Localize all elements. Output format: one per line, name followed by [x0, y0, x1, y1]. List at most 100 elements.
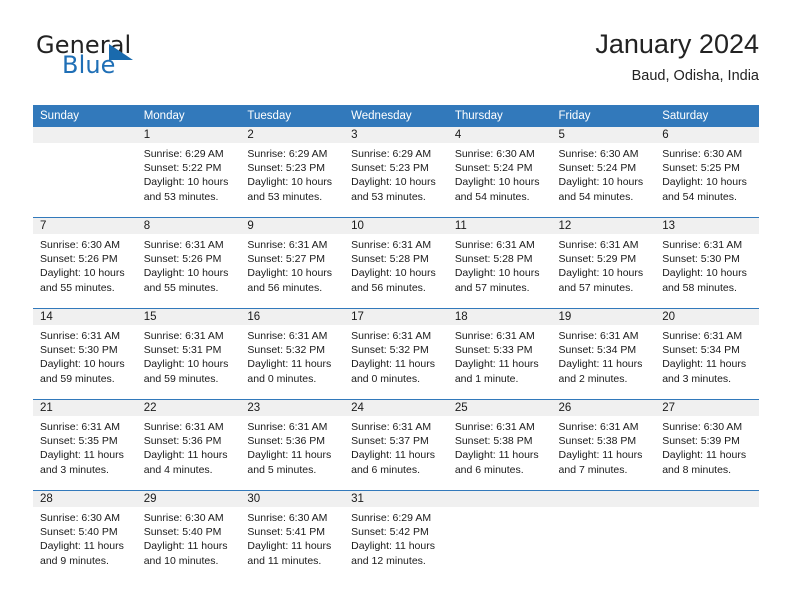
daylight-text-line1: Daylight: 11 hours — [454, 449, 539, 462]
brand-logo[interactable]: General Blue — [33, 32, 263, 90]
daylight-text-line2: and 55 minutes. — [40, 281, 115, 294]
day-cell[interactable]: 19 Sunrise: 6:31 AM Sunset: 5:34 PM Dayl… — [551, 308, 656, 400]
day-cell[interactable]: 9 Sunrise: 6:31 AM Sunset: 5:27 PM Dayli… — [240, 217, 345, 309]
daylight-text-line2: and 57 minutes. — [558, 281, 634, 294]
sunrise-text: Sunrise: 6:31 AM — [351, 421, 432, 433]
day-cell[interactable]: 28 Sunrise: 6:30 AM Sunset: 5:40 PM Dayl… — [33, 490, 137, 581]
day-cell[interactable]: 23 Sunrise: 6:31 AM Sunset: 5:36 PM Dayl… — [240, 399, 345, 491]
day-cell[interactable]: 4 Sunrise: 6:30 AM Sunset: 5:24 PM Dayli… — [447, 127, 552, 218]
day-number: 13 — [655, 218, 759, 234]
day-cell[interactable]: 8 Sunrise: 6:31 AM Sunset: 5:26 PM Dayli… — [136, 217, 241, 309]
day-cell[interactable]: 11 Sunrise: 6:31 AM Sunset: 5:28 PM Dayl… — [447, 217, 552, 309]
day-cell[interactable]: 13 Sunrise: 6:31 AM Sunset: 5:30 PM Dayl… — [655, 217, 759, 309]
sunrise-text: Sunrise: 6:30 AM — [247, 512, 328, 524]
daylight-text-line2: and 0 minutes. — [247, 372, 317, 385]
daylight-text-line2: and 56 minutes. — [247, 281, 323, 294]
daylight-text-line2: and 55 minutes. — [143, 281, 219, 294]
day-cell[interactable]: 7 Sunrise: 6:30 AM Sunset: 5:26 PM Dayli… — [33, 217, 137, 309]
day-details: Sunrise: 6:31 AM Sunset: 5:33 PM Dayligh… — [448, 325, 552, 386]
day-details: Sunrise: 6:30 AM Sunset: 5:26 PM Dayligh… — [33, 234, 137, 295]
sunset-text: Sunset: 5:28 PM — [454, 253, 533, 266]
day-details: Sunrise: 6:31 AM Sunset: 5:38 PM Dayligh… — [552, 416, 656, 477]
day-cell[interactable]: 29 Sunrise: 6:30 AM Sunset: 5:40 PM Dayl… — [136, 490, 241, 581]
day-cell[interactable]: 2 Sunrise: 6:29 AM Sunset: 5:23 PM Dayli… — [240, 127, 345, 218]
day-cell[interactable]: 16 Sunrise: 6:31 AM Sunset: 5:32 PM Dayl… — [240, 308, 345, 400]
day-cell[interactable]: 14 Sunrise: 6:31 AM Sunset: 5:30 PM Dayl… — [33, 308, 137, 400]
day-cell[interactable]: 25 Sunrise: 6:31 AM Sunset: 5:38 PM Dayl… — [447, 399, 552, 491]
sunset-text: Sunset: 5:24 PM — [454, 162, 533, 175]
daylight-text-line1: Daylight: 10 hours — [143, 176, 229, 189]
sunrise-text: Sunrise: 6:30 AM — [40, 512, 120, 524]
day-details: Sunrise: 6:29 AM Sunset: 5:42 PM Dayligh… — [344, 507, 448, 568]
daylight-text-line1: Daylight: 10 hours — [351, 176, 436, 189]
sunset-text: Sunset: 5:38 PM — [558, 435, 637, 448]
daylight-text-line2: and 54 minutes. — [454, 190, 530, 203]
day-details: Sunrise: 6:31 AM Sunset: 5:34 PM Dayligh… — [552, 325, 656, 386]
daylight-text-line2: and 57 minutes. — [454, 281, 530, 294]
daylight-text-line2: and 54 minutes. — [558, 190, 634, 203]
day-cell[interactable]: 31 Sunrise: 6:29 AM Sunset: 5:42 PM Dayl… — [344, 490, 448, 581]
daylight-text-line1: Daylight: 10 hours — [558, 267, 644, 280]
day-cell[interactable]: 5 Sunrise: 6:30 AM Sunset: 5:24 PM Dayli… — [551, 127, 656, 218]
day-cell[interactable]: 20 Sunrise: 6:31 AM Sunset: 5:34 PM Dayl… — [655, 308, 759, 400]
daylight-text-line2: and 11 minutes. — [247, 554, 322, 567]
daylight-text-line1: Daylight: 10 hours — [40, 267, 125, 280]
daylight-text-line1: Daylight: 11 hours — [40, 449, 124, 462]
sunrise-text: Sunrise: 6:31 AM — [662, 239, 743, 251]
sunrise-text: Sunrise: 6:31 AM — [40, 330, 120, 342]
sunrise-text: Sunrise: 6:31 AM — [558, 330, 639, 342]
day-cell[interactable]: 6 Sunrise: 6:30 AM Sunset: 5:25 PM Dayli… — [655, 127, 759, 218]
sunrise-text: Sunrise: 6:31 AM — [143, 239, 224, 251]
sunrise-text: Sunrise: 6:31 AM — [454, 330, 535, 342]
sunset-text: Sunset: 5:30 PM — [40, 344, 118, 357]
day-details: Sunrise: 6:30 AM Sunset: 5:41 PM Dayligh… — [240, 507, 344, 568]
day-cell[interactable]: 26 Sunrise: 6:31 AM Sunset: 5:38 PM Dayl… — [551, 399, 656, 491]
day-number: 8 — [136, 218, 241, 234]
day-cell[interactable]: 15 Sunrise: 6:31 AM Sunset: 5:31 PM Dayl… — [136, 308, 241, 400]
page-title: January 2024 — [595, 29, 759, 59]
week-row: 7 Sunrise: 6:30 AM Sunset: 5:26 PM Dayli… — [33, 217, 759, 309]
day-cell[interactable]: 3 Sunrise: 6:29 AM Sunset: 5:23 PM Dayli… — [344, 127, 448, 218]
day-number: 4 — [447, 127, 552, 143]
day-number — [447, 491, 552, 507]
week-row: 1 Sunrise: 6:29 AM Sunset: 5:22 PM Dayli… — [33, 127, 759, 218]
day-details: Sunrise: 6:29 AM Sunset: 5:23 PM Dayligh… — [240, 143, 344, 204]
daylight-text-line1: Daylight: 10 hours — [558, 176, 644, 189]
day-number: 23 — [240, 400, 345, 416]
day-cell[interactable]: 17 Sunrise: 6:31 AM Sunset: 5:32 PM Dayl… — [344, 308, 448, 400]
day-cell[interactable]: 10 Sunrise: 6:31 AM Sunset: 5:28 PM Dayl… — [344, 217, 448, 309]
day-cell[interactable]: 12 Sunrise: 6:31 AM Sunset: 5:29 PM Dayl… — [551, 217, 656, 309]
day-details: Sunrise: 6:31 AM Sunset: 5:36 PM Dayligh… — [137, 416, 241, 477]
daylight-text-line1: Daylight: 10 hours — [454, 176, 540, 189]
day-details: Sunrise: 6:31 AM Sunset: 5:30 PM Dayligh… — [655, 234, 759, 295]
day-cell[interactable]: 27 Sunrise: 6:30 AM Sunset: 5:39 PM Dayl… — [655, 399, 759, 491]
daylight-text-line2: and 5 minutes. — [247, 463, 317, 476]
day-cell[interactable]: 21 Sunrise: 6:31 AM Sunset: 5:35 PM Dayl… — [33, 399, 137, 491]
day-number: 9 — [240, 218, 345, 234]
day-number: 12 — [551, 218, 656, 234]
day-number: 24 — [344, 400, 448, 416]
daylight-text-line2: and 12 minutes. — [351, 554, 426, 567]
calendar-header-row: Sunday Monday Tuesday Wednesday Thursday… — [33, 105, 759, 127]
sunrise-text: Sunrise: 6:31 AM — [247, 239, 328, 251]
daylight-text-line1: Daylight: 11 hours — [247, 540, 332, 553]
day-cell[interactable]: 30 Sunrise: 6:30 AM Sunset: 5:41 PM Dayl… — [240, 490, 345, 581]
daylight-text-line2: and 6 minutes. — [454, 463, 524, 476]
day-cell[interactable]: 24 Sunrise: 6:31 AM Sunset: 5:37 PM Dayl… — [344, 399, 448, 491]
day-details: Sunrise: 6:29 AM Sunset: 5:22 PM Dayligh… — [137, 143, 241, 204]
sunset-text: Sunset: 5:23 PM — [351, 162, 429, 175]
weekday-header-row: Sunday Monday Tuesday Wednesday Thursday… — [33, 105, 759, 127]
daylight-text-line2: and 6 minutes. — [351, 463, 420, 476]
daylight-text-line2: and 53 minutes. — [143, 190, 219, 203]
daylight-text-line1: Daylight: 11 hours — [558, 358, 643, 371]
sunset-text: Sunset: 5:24 PM — [558, 162, 637, 175]
day-number: 21 — [33, 400, 137, 416]
sunset-text: Sunset: 5:26 PM — [143, 253, 222, 266]
day-details: Sunrise: 6:31 AM Sunset: 5:32 PM Dayligh… — [344, 325, 448, 386]
day-cell[interactable]: 1 Sunrise: 6:29 AM Sunset: 5:22 PM Dayli… — [136, 127, 241, 218]
sunset-text: Sunset: 5:25 PM — [662, 162, 740, 175]
day-cell[interactable]: 18 Sunrise: 6:31 AM Sunset: 5:33 PM Dayl… — [447, 308, 552, 400]
day-details: Sunrise: 6:31 AM Sunset: 5:36 PM Dayligh… — [240, 416, 344, 477]
day-details: Sunrise: 6:31 AM Sunset: 5:30 PM Dayligh… — [33, 325, 137, 386]
day-cell[interactable]: 22 Sunrise: 6:31 AM Sunset: 5:36 PM Dayl… — [136, 399, 241, 491]
